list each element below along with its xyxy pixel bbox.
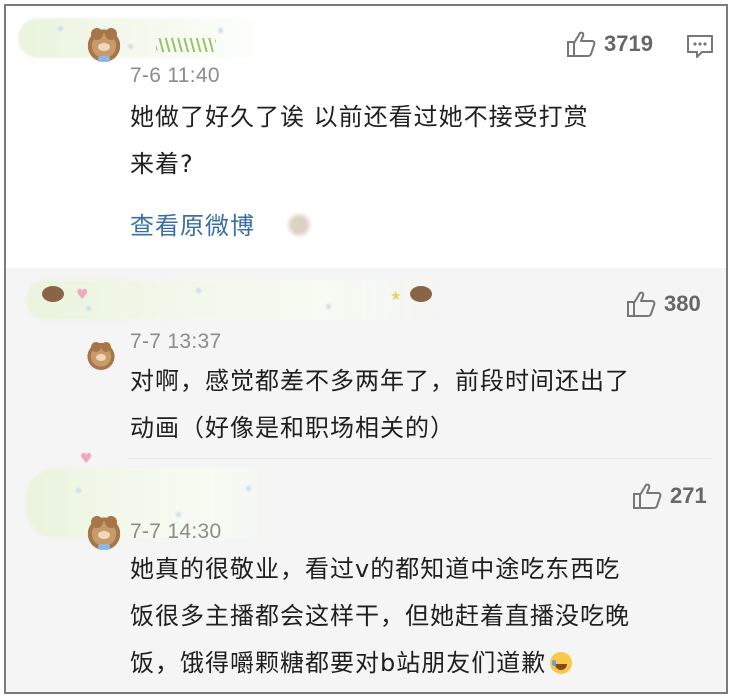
reply-line: 饭，饿得嚼颗糖都要对b站朋友们道歉 [130,640,630,687]
reply-timestamp: 7-7 14:30 [130,520,222,543]
main-comment: 3719 7-6 11:40 她做了好久了诶 以前还看过她不接受打赏 来着? 查… [6,6,726,268]
comment-thread: 3719 7-6 11:40 她做了好久了诶 以前还看过她不接受打赏 来着? 查… [4,4,728,694]
divider [128,458,712,459]
like-button[interactable]: 3719 [566,30,653,58]
reply-timestamp: 7-7 13:37 [130,330,222,353]
like-button[interactable]: 380 [626,290,701,318]
comment-timestamp: 7-6 11:40 [130,64,220,87]
grass-decoration-icon [156,38,216,52]
reply-line: 对啊，感觉都差不多两年了，前段时间还出了 [130,367,630,395]
replies-section: ♥ ★ 380 7-7 13:37 对啊，感觉都差不多两年了，前段时间还出了 动… [6,268,726,692]
username-blurred[interactable] [18,18,268,58]
heart-decoration-icon: ♥ [80,451,93,467]
heart-decoration-icon: ♥ [76,287,89,303]
reply-line: 饭很多主播都会这样干，但她赶着直播没吃晚 [130,602,630,630]
comment-line: 她做了好久了诶 以前还看过她不接受打赏 [130,103,589,131]
like-button[interactable]: 271 [632,482,707,510]
like-count: 380 [664,291,701,316]
reply-line: 她真的很敬业，看过v的都知道中途吃东西吃 [130,555,621,583]
reply-line-text: 饭，饿得嚼颗糖都要对b站朋友们道歉 [130,649,547,677]
comment-text: 她做了好久了诶 以前还看过她不接受打赏 来着? [130,94,589,188]
like-count: 3719 [604,31,653,56]
thumbs-up-icon [627,291,656,317]
star-decoration-icon: ★ [390,289,402,304]
laugh-cry-emoji-icon [550,652,573,674]
bear-decoration-icon [410,286,432,302]
bear-avatar-icon[interactable] [86,26,122,62]
view-original-link[interactable]: 查看原微博 [130,206,255,241]
thumbs-up-icon [567,31,596,57]
comment-line: 来着? [130,150,194,178]
bear-avatar-icon[interactable] [86,340,116,370]
bear-decoration-icon [42,286,64,302]
blurred-sticker-icon [286,212,312,238]
reply-text: 她真的很敬业，看过v的都知道中途吃东西吃 饭很多主播都会这样干，但她赶着直播没吃… [130,546,630,687]
comment-icon[interactable] [686,34,714,60]
reply-line: 动画（好像是和职场相关的） [130,414,455,442]
reply-text: 对啊，感觉都差不多两年了，前段时间还出了 动画（好像是和职场相关的） [130,358,630,452]
bear-avatar-icon[interactable] [86,514,122,550]
like-count: 271 [670,483,707,508]
thumbs-up-icon [633,483,662,509]
